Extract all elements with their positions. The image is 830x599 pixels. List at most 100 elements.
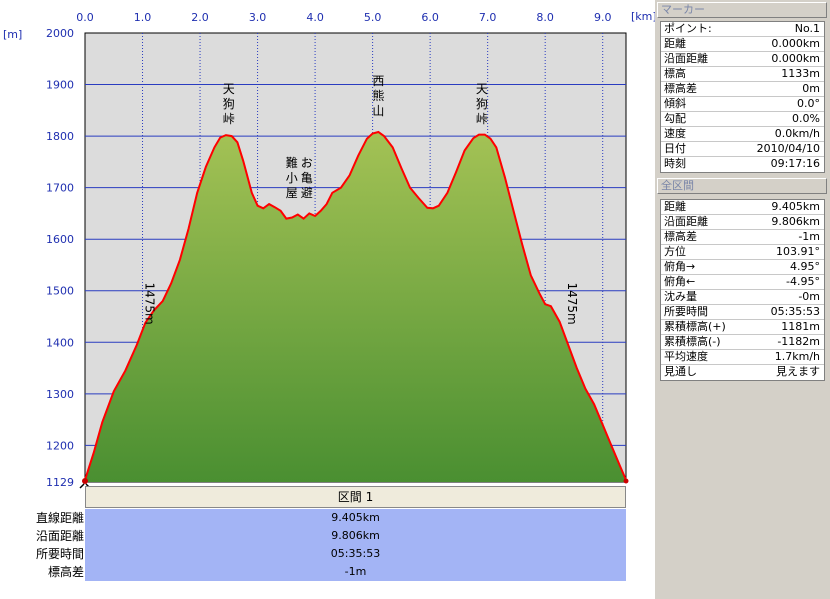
section-label: 方位	[664, 245, 686, 258]
x-tick-label: 0.0	[76, 11, 94, 24]
marker-value: 0.0%	[792, 112, 820, 125]
section-row: 俯角→ 4.95°	[661, 260, 824, 275]
section-panel-header[interactable]: 全区間	[657, 178, 827, 194]
marker-table: ポイント: No.1 距離 0.000km 沿面距離 0.000km 標高 1133m …	[660, 21, 825, 173]
section-value: 4.95°	[790, 260, 820, 273]
annotation-1475m-left: 1475m	[142, 283, 156, 325]
section-value: -0m	[798, 290, 820, 303]
section-row: 標高差 -1m	[661, 230, 824, 245]
marker-label: 距離	[664, 37, 686, 50]
marker-value: 0.000km	[771, 52, 820, 65]
section-value: -4.95°	[786, 275, 820, 288]
annotation-nishikuma-yama: 西熊山	[372, 74, 384, 118]
y-tick-label: 1500	[46, 285, 74, 298]
summary-label: 標高差	[47, 565, 84, 579]
marker-value: 0.0°	[797, 97, 820, 110]
x-axis-ticks: 0.0 1.0 2.0 3.0 4.0 5.0 6.0 7.0 8.0 9.0	[76, 11, 611, 24]
marker-label: 日付	[664, 142, 686, 155]
marker-label: 標高差	[664, 82, 697, 95]
y-tick-label: 1200	[46, 439, 74, 452]
section-row: 見通し 見えます	[661, 365, 824, 380]
annotation-char: 天	[476, 82, 488, 96]
elevation-chart: 0.0 1.0 2.0 3.0 4.0 5.0 6.0 7.0 8.0 9.0 2000 1900 1…	[0, 0, 655, 599]
y-tick-label: 1900	[46, 79, 74, 92]
section-row: 沿面距離 9.806km	[661, 215, 824, 230]
annotation-char: 熊	[372, 88, 384, 103]
section-header[interactable]: 区間 1	[85, 486, 626, 508]
annotation-char: 峠	[223, 111, 235, 126]
section-label: 累積標高(-)	[664, 335, 721, 348]
section-value: 1.7km/h	[774, 350, 820, 363]
annotation-char: 山	[372, 104, 384, 118]
summary-label: 所要時間	[35, 547, 84, 561]
end-marker-icon[interactable]	[623, 478, 629, 484]
y-tick-label: 1400	[46, 336, 74, 349]
annotation-tengu-pass-1: 天狗峠	[223, 82, 235, 126]
marker-value: 0.0km/h	[774, 127, 820, 140]
x-tick-label: 9.0	[594, 11, 612, 24]
summary-value: -1m	[85, 563, 626, 581]
marker-label: 速度	[664, 127, 686, 140]
section-value: 9.405km	[771, 200, 820, 213]
marker-row: 時刻 09:17:16	[661, 157, 824, 172]
marker-label: 傾斜	[664, 97, 686, 110]
marker-label: 時刻	[664, 157, 686, 170]
marker-row: 傾斜 0.0°	[661, 97, 824, 112]
summary-label: 沿面距離	[35, 529, 84, 543]
y-tick-label: 2000	[46, 27, 74, 40]
marker-row: 日付 2010/04/10	[661, 142, 824, 157]
section-label: 俯角←	[664, 275, 696, 288]
annotation-char: 避	[301, 186, 313, 200]
section-row: 所要時間 05:35:53	[661, 305, 824, 320]
x-tick-label: 2.0	[191, 11, 209, 24]
x-tick-label: 8.0	[536, 11, 554, 24]
y-tick-label: 1800	[46, 130, 74, 143]
marker-row: 標高差 0m	[661, 82, 824, 97]
y-tick-label: 1700	[46, 182, 74, 195]
x-tick-label: 7.0	[479, 11, 497, 24]
section-row: 距離 9.405km	[661, 200, 824, 215]
marker-row: ポイント: No.1	[661, 22, 824, 37]
annotation-1475m-right: 1475m	[565, 283, 579, 325]
section-label: 俯角→	[664, 260, 696, 273]
y-axis-ticks: 2000190018001700160015001400130012001129	[46, 27, 74, 489]
marker-value: 09:17:16	[770, 157, 820, 170]
x-tick-label: 5.0	[364, 11, 382, 24]
info-panel: マーカー ポイント: No.1 距離 0.000km 沿面距離 0.000km 標高 1…	[655, 0, 830, 599]
section-row: 累積標高(+) 1181m	[661, 320, 824, 335]
marker-row: 勾配 0.0%	[661, 112, 824, 127]
section-label: 標高差	[664, 230, 697, 243]
marker-row: 速度 0.0km/h	[661, 127, 824, 142]
x-tick-label: 1.0	[134, 11, 152, 24]
annotation-char: 小	[286, 171, 298, 185]
marker-value: No.1	[794, 22, 820, 35]
annotation-char: お	[301, 156, 313, 170]
marker-row: 沿面距離 0.000km	[661, 52, 824, 67]
marker-value: 1133m	[781, 67, 820, 80]
section-label: 沿面距離	[664, 215, 708, 228]
section-table: 距離 9.405km 沿面距離 9.806km 標高差 -1m 方位 103.91° 俯…	[660, 199, 825, 381]
annotation-char: 難	[286, 155, 298, 170]
section-value: 9.806km	[771, 215, 820, 228]
marker-panel-header[interactable]: マーカー	[657, 2, 827, 18]
summary-row: 所要時間 05:35:53	[0, 545, 626, 563]
x-unit-label: [km]	[631, 10, 655, 23]
section-label: 見通し	[664, 365, 697, 378]
summary-label: 直線距離	[35, 511, 84, 525]
section-value: 05:35:53	[770, 305, 820, 318]
section-value: -1m	[798, 230, 820, 243]
summary-row: 直線距離 9.405km	[0, 509, 626, 527]
section-value: 見えます	[776, 365, 820, 378]
annotation-hut-col-left: 難小屋	[286, 155, 298, 200]
x-tick-label: 6.0	[421, 11, 439, 24]
section-row: 沈み量 -0m	[661, 290, 824, 305]
section-value: 103.91°	[776, 245, 820, 258]
annotation-tengu-pass-2: 天狗峠	[476, 82, 488, 126]
x-tick-label: 4.0	[306, 11, 324, 24]
elevation-profile-plot: 0.0 1.0 2.0 3.0 4.0 5.0 6.0 7.0 8.0 9.0 2000 1900 1…	[3, 10, 655, 489]
marker-value: 2010/04/10	[756, 142, 820, 155]
section-label: 距離	[664, 200, 686, 213]
marker-label: 勾配	[664, 112, 686, 125]
summary-value: 05:35:53	[85, 545, 626, 563]
marker-row: 標高 1133m	[661, 67, 824, 82]
